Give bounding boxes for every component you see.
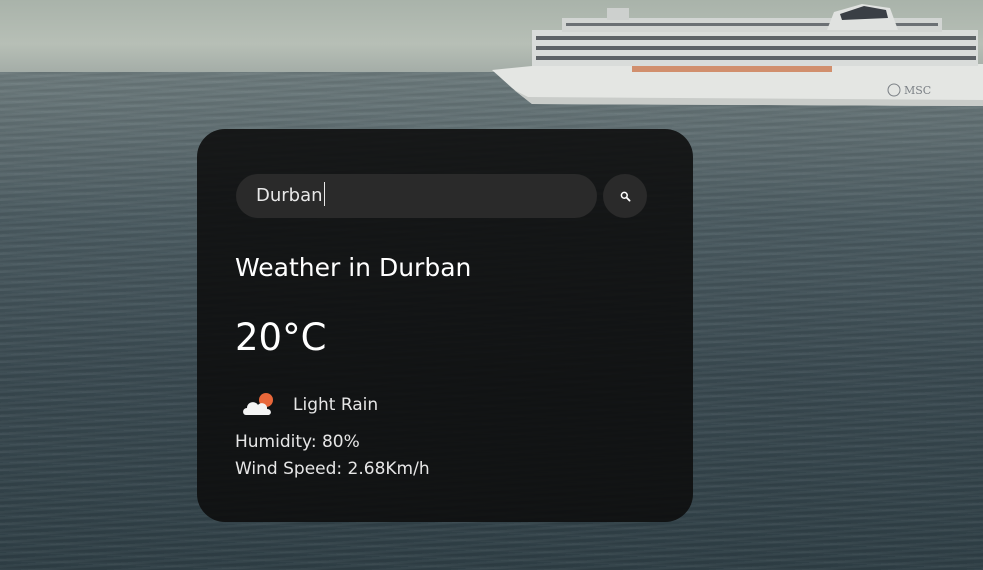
- cruise-ship: MSC: [492, 4, 983, 106]
- weather-card: Durban Weather in Durban 20°C Light Rain…: [197, 129, 693, 522]
- search-button[interactable]: [603, 174, 647, 218]
- text-caret: [323, 182, 325, 206]
- search-icon: [620, 191, 631, 202]
- humidity-text: Humidity: 80%: [235, 432, 360, 452]
- wind-speed-text: Wind Speed: 2.68Km/h: [235, 459, 430, 479]
- search-input[interactable]: Durban: [236, 174, 597, 218]
- cloud-sun-icon: [243, 393, 273, 415]
- temperature: 20°C: [235, 316, 327, 359]
- description-text: Light Rain: [293, 395, 379, 415]
- weather-description: Light Rain: [241, 391, 378, 419]
- ship-logo: MSC: [904, 84, 931, 97]
- search-input-value: Durban: [256, 185, 323, 206]
- weather-title: Weather in Durban: [235, 253, 472, 282]
